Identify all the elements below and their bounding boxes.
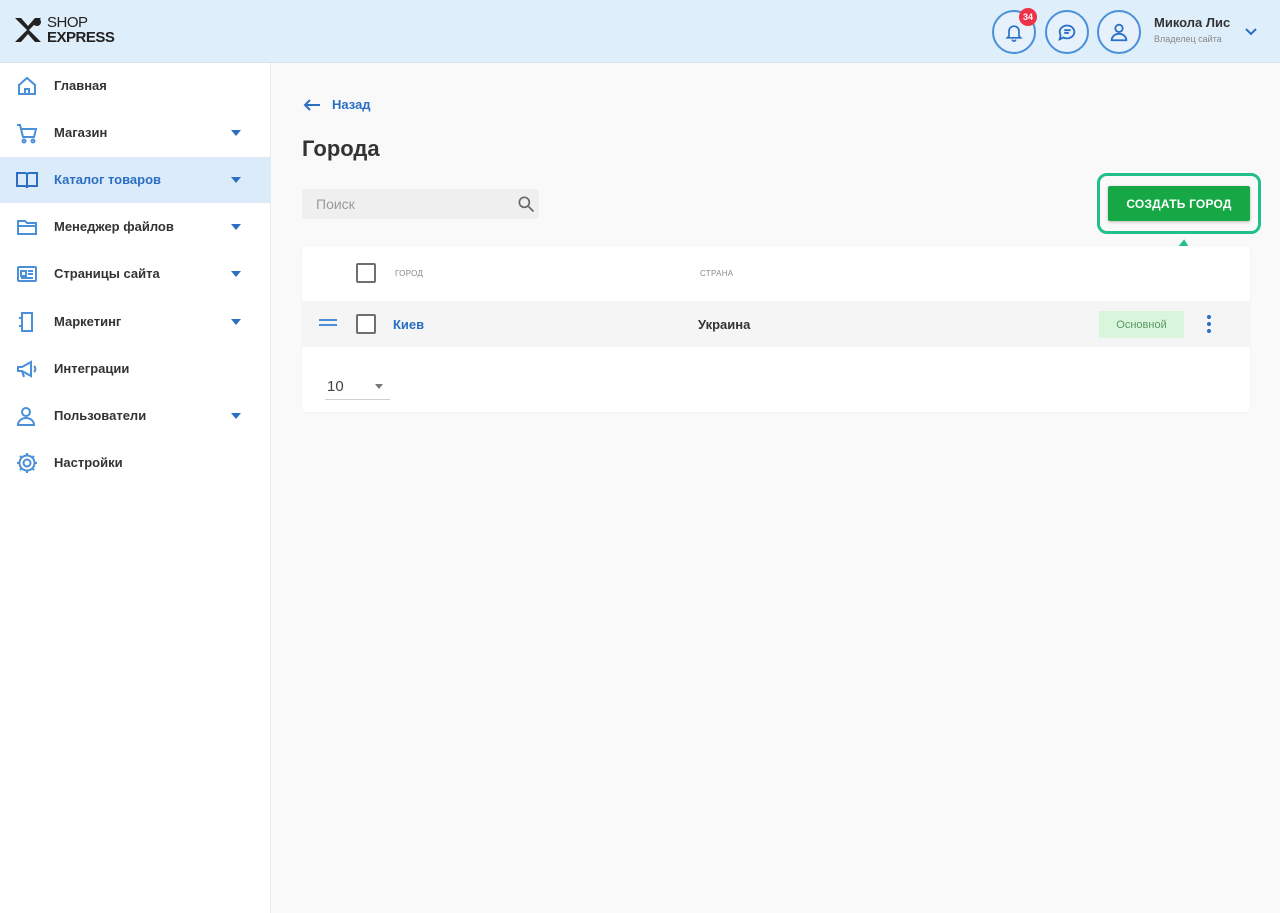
sidebar-item-label: Главная: [54, 78, 107, 93]
caret-down-icon: [375, 384, 383, 389]
sidebar-item-pages[interactable]: Страницы сайта: [0, 251, 271, 297]
sidebar-item-label: Настройки: [54, 455, 123, 470]
column-header-country: СТРАНА: [700, 269, 734, 278]
sidebar-item-marketing[interactable]: Маркетинг: [0, 299, 271, 345]
logo-line1: SHOP: [47, 14, 88, 31]
sidebar-item-home[interactable]: Главная: [0, 63, 271, 109]
search-box: [302, 189, 539, 219]
notifications-button[interactable]: 34: [992, 8, 1037, 54]
sidebar-item-label: Магазин: [54, 125, 108, 140]
logo-text: SHOP EXPRESS: [47, 14, 115, 46]
arrow-left-icon: [303, 98, 320, 111]
home-icon: [18, 76, 36, 95]
caret-down-icon[interactable]: [231, 271, 241, 277]
sidebar-item-settings[interactable]: Настройки: [0, 440, 271, 486]
row-checkbox[interactable]: [356, 314, 376, 334]
column-header-city: ГОРОД: [395, 269, 424, 278]
megaphone-icon: [17, 360, 37, 378]
page-title: Города: [302, 136, 380, 161]
select-all-checkbox[interactable]: [356, 263, 376, 283]
pages-icon: [17, 266, 37, 282]
page-size-select[interactable]: 10: [325, 374, 390, 400]
back-label: Назад: [332, 97, 371, 112]
bell-icon: [1005, 25, 1023, 42]
status-badge: Основной: [1099, 311, 1184, 338]
messages-button[interactable]: [1045, 10, 1089, 54]
country-cell: Украина: [698, 317, 751, 332]
notification-count-badge: 34: [1019, 8, 1037, 26]
sidebar-item-users[interactable]: Пользователи: [0, 393, 271, 439]
gear-icon: [17, 453, 37, 473]
top-header: SHOP EXPRESS 34 Микола Лис Владелец сайт…: [0, 0, 1280, 63]
user-role: Владелец сайта: [1154, 34, 1222, 44]
user-name: Микола Лис: [1154, 15, 1231, 30]
caret-down-icon[interactable]: [231, 413, 241, 419]
search-input[interactable]: [302, 189, 512, 219]
caret-down-icon[interactable]: [231, 177, 241, 183]
sidebar-item-label: Маркетинг: [54, 314, 122, 329]
back-link[interactable]: Назад: [302, 97, 371, 112]
caret-down-icon[interactable]: [231, 319, 241, 325]
drag-handle-icon[interactable]: [319, 319, 337, 329]
book-icon: [16, 172, 38, 189]
users-icon: [16, 407, 36, 426]
logo[interactable]: SHOP EXPRESS: [13, 14, 115, 46]
sidebar-item-file-manager[interactable]: Менеджер файлов: [0, 204, 271, 250]
page-size-value: 10: [327, 378, 344, 395]
sidebar: Главная Магазин Каталог товаров Менеджер…: [0, 63, 271, 913]
sidebar-item-catalog[interactable]: Каталог товаров: [0, 157, 271, 203]
sidebar-item-label: Интеграции: [54, 361, 130, 376]
sidebar-item-integrations[interactable]: Интеграции: [0, 346, 271, 392]
sidebar-item-shop[interactable]: Магазин: [0, 110, 271, 156]
logo-line2: EXPRESS: [47, 29, 115, 46]
logo-mark-icon: [15, 18, 41, 42]
more-vertical-icon[interactable]: [1205, 315, 1213, 333]
chevron-down-icon[interactable]: [1244, 24, 1258, 38]
marketing-icon: [19, 312, 33, 332]
user-icon: [1110, 23, 1128, 42]
sidebar-item-label: Пользователи: [54, 408, 147, 423]
sidebar-item-label: Страницы сайта: [54, 266, 160, 281]
city-link[interactable]: Киев: [393, 317, 424, 332]
cart-icon: [17, 124, 38, 144]
profile-button[interactable]: [1097, 10, 1141, 54]
folder-icon: [17, 220, 37, 235]
search-icon[interactable]: [516, 194, 536, 214]
sidebar-item-label: Менеджер файлов: [54, 219, 174, 234]
caret-down-icon[interactable]: [231, 130, 241, 136]
caret-down-icon[interactable]: [231, 224, 241, 230]
sidebar-item-label: Каталог товаров: [54, 172, 162, 187]
create-city-button[interactable]: СОЗДАТЬ ГОРОД: [1108, 186, 1250, 221]
chat-icon: [1058, 24, 1076, 42]
